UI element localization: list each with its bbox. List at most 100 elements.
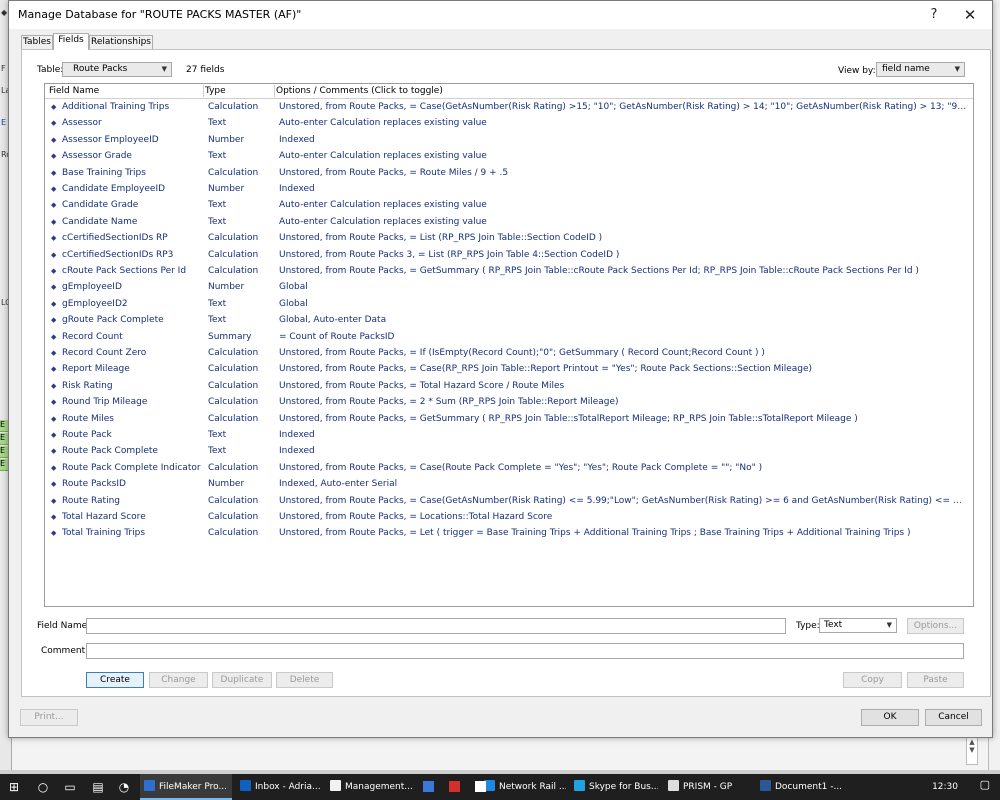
- field-row[interactable]: ◆ Candidate Name Text Auto-enter Calculatio…: [45, 215, 973, 231]
- file-explorer-icon[interactable]: ▤: [88, 778, 108, 796]
- field-row[interactable]: ◆ Route PacksID Number Indexed, Auto-enter …: [45, 477, 973, 493]
- field-options-cell[interactable]: Global, Auto-enter Data: [279, 315, 967, 325]
- field-name-input[interactable]: [86, 618, 786, 634]
- field-options-cell[interactable]: Unstored, from Route Packs, = Case(GetAs…: [279, 102, 967, 112]
- field-row[interactable]: ◆ Route Pack Complete Text Indexed: [45, 444, 973, 460]
- field-options-cell[interactable]: Unstored, from Route Packs, = GetSummary…: [279, 266, 967, 276]
- column-type[interactable]: Type: [205, 86, 226, 96]
- field-options-cell[interactable]: Unstored, from Route Packs, = Route Mile…: [279, 168, 967, 178]
- ok-button[interactable]: OK: [861, 709, 919, 726]
- windows-start-icon[interactable]: ⊞: [4, 778, 24, 796]
- field-row[interactable]: ◆ cCertifiedSectionIDs RP Calculation Unsto…: [45, 231, 973, 247]
- drag-handle-icon[interactable]: ◆: [51, 497, 56, 505]
- create-button[interactable]: Create: [86, 672, 144, 688]
- field-options-cell[interactable]: Auto-enter Calculation replaces existing…: [279, 118, 967, 128]
- browser-icon[interactable]: [418, 778, 438, 796]
- field-options-cell[interactable]: Unstored, from Route Packs, = GetSummary…: [279, 414, 967, 424]
- drag-handle-icon[interactable]: ◆: [51, 251, 56, 259]
- field-options-cell[interactable]: Unstored, from Route Packs, = If (IsEmpt…: [279, 348, 967, 358]
- field-options-cell[interactable]: Unstored, from Route Packs, = Locations:…: [279, 512, 967, 522]
- copy-button[interactable]: Copy: [843, 672, 902, 688]
- drag-handle-icon[interactable]: ◆: [51, 464, 56, 472]
- close-button[interactable]: ✕: [956, 4, 984, 26]
- cancel-button[interactable]: Cancel: [925, 709, 982, 726]
- field-row[interactable]: ◆ Risk Rating Calculation Unstored, from Ro…: [45, 379, 973, 395]
- drag-handle-icon[interactable]: ◆: [51, 431, 56, 439]
- column-options[interactable]: Options / Comments (Click to toggle): [276, 86, 443, 96]
- drag-handle-icon[interactable]: ◆: [51, 201, 56, 209]
- field-row[interactable]: ◆ Base Training Trips Calculation Unstored,…: [45, 166, 973, 182]
- field-options-cell[interactable]: Auto-enter Calculation replaces existing…: [279, 200, 967, 210]
- drag-handle-icon[interactable]: ◆: [51, 316, 56, 324]
- type-select[interactable]: Text ▼: [819, 618, 897, 633]
- drag-handle-icon[interactable]: ◆: [51, 529, 56, 537]
- field-row[interactable]: ◆ Candidate EmployeeID Number Indexed: [45, 182, 973, 198]
- taskbar-app-button[interactable]: Document1 -...: [756, 774, 844, 800]
- field-options-cell[interactable]: Unstored, from Route Packs, = List (RP_R…: [279, 233, 967, 243]
- task-view-icon[interactable]: ▭: [60, 778, 80, 796]
- comment-input[interactable]: [86, 643, 964, 659]
- drag-handle-icon[interactable]: ◆: [51, 103, 56, 111]
- field-options-cell[interactable]: Unstored, from Route Packs, = 2 * Sum (R…: [279, 397, 967, 407]
- drag-handle-icon[interactable]: ◆: [51, 136, 56, 144]
- drag-handle-icon[interactable]: ◆: [51, 234, 56, 242]
- field-row[interactable]: ◆ Record Count Summary = Count of Route Pac…: [45, 330, 973, 346]
- column-divider[interactable]: [203, 85, 204, 97]
- field-row[interactable]: ◆ Candidate Grade Text Auto-enter Calculati…: [45, 198, 973, 214]
- field-options-cell[interactable]: Indexed: [279, 446, 967, 456]
- drag-handle-icon[interactable]: ◆: [51, 398, 56, 406]
- pinned-app-icon[interactable]: ◔: [114, 778, 134, 796]
- taskbar-app-button[interactable]: Skype for Bus...: [570, 774, 658, 800]
- drag-handle-icon[interactable]: ◆: [51, 480, 56, 488]
- table-select[interactable]: Route Packs ▼: [62, 62, 172, 77]
- tab-relationships[interactable]: Relationships: [89, 35, 153, 50]
- taskbar-app-button[interactable]: Network Rail ...: [480, 774, 566, 800]
- taskbar-app-button[interactable]: PRISM - GP: [664, 774, 750, 800]
- field-row[interactable]: ◆ Round Trip Mileage Calculation Unstored, …: [45, 395, 973, 411]
- field-row[interactable]: ◆ gEmployeeID Number Global: [45, 280, 973, 296]
- search-icon[interactable]: ○: [33, 778, 53, 796]
- print-button[interactable]: Print...: [20, 709, 78, 726]
- taskbar-app-button[interactable]: Management...: [326, 774, 418, 800]
- field-options-cell[interactable]: Unstored, from Route Packs, = Case(RP_RP…: [279, 364, 967, 374]
- drag-handle-icon[interactable]: ◆: [51, 365, 56, 373]
- drag-handle-icon[interactable]: ◆: [51, 119, 56, 127]
- clock[interactable]: 12:30: [932, 774, 958, 800]
- options-button[interactable]: Options...: [907, 618, 964, 634]
- field-row[interactable]: ◆ Additional Training Trips Calculation Uns…: [45, 100, 973, 116]
- notifications-icon[interactable]: ▢: [980, 778, 990, 791]
- taskbar-app-button[interactable]: FileMaker Pro...: [140, 774, 232, 800]
- field-row[interactable]: ◆ Route Miles Calculation Unstored, from Ro…: [45, 412, 973, 428]
- drag-handle-icon[interactable]: ◆: [51, 185, 56, 193]
- pdf-icon[interactable]: [444, 778, 464, 796]
- field-row[interactable]: ◆ Route Rating Calculation Unstored, from R…: [45, 494, 973, 510]
- field-options-cell[interactable]: = Count of Route PacksID: [279, 332, 967, 342]
- drag-handle-icon[interactable]: ◆: [51, 349, 56, 357]
- drag-handle-icon[interactable]: ◆: [51, 333, 56, 341]
- paste-button[interactable]: Paste: [907, 672, 964, 688]
- field-row[interactable]: ◆ Total Training Trips Calculation Unstored…: [45, 526, 973, 542]
- drag-handle-icon[interactable]: ◆: [51, 169, 56, 177]
- field-options-cell[interactable]: Global: [279, 299, 967, 309]
- field-options-cell[interactable]: Unstored, from Route Packs, = Case(GetAs…: [279, 496, 967, 506]
- change-button[interactable]: Change: [149, 672, 208, 688]
- field-row[interactable]: ◆ Assessor Grade Text Auto-enter Calculatio…: [45, 149, 973, 165]
- drag-handle-icon[interactable]: ◆: [51, 513, 56, 521]
- field-options-cell[interactable]: Indexed: [279, 135, 967, 145]
- tab-fields[interactable]: Fields: [53, 33, 89, 50]
- drag-handle-icon[interactable]: ◆: [51, 300, 56, 308]
- drag-handle-icon[interactable]: ◆: [51, 267, 56, 275]
- duplicate-button[interactable]: Duplicate: [212, 672, 272, 688]
- bg-scrollbar[interactable]: ▲ ▼: [966, 737, 978, 765]
- help-button[interactable]: ?: [920, 4, 948, 26]
- field-options-cell[interactable]: Global: [279, 282, 967, 292]
- field-options-cell[interactable]: Auto-enter Calculation replaces existing…: [279, 217, 967, 227]
- field-row[interactable]: ◆ cCertifiedSectionIDs RP3 Calculation Unst…: [45, 248, 973, 264]
- app-icon[interactable]: [470, 778, 490, 796]
- drag-handle-icon[interactable]: ◆: [51, 415, 56, 423]
- field-row[interactable]: ◆ Assessor EmployeeID Number Indexed: [45, 133, 973, 149]
- drag-handle-icon[interactable]: ◆: [51, 382, 56, 390]
- column-field-name[interactable]: Field Name: [49, 86, 99, 96]
- field-options-cell[interactable]: Indexed: [279, 184, 967, 194]
- field-options-cell[interactable]: Unstored, from Route Packs, = Let ( trig…: [279, 528, 967, 538]
